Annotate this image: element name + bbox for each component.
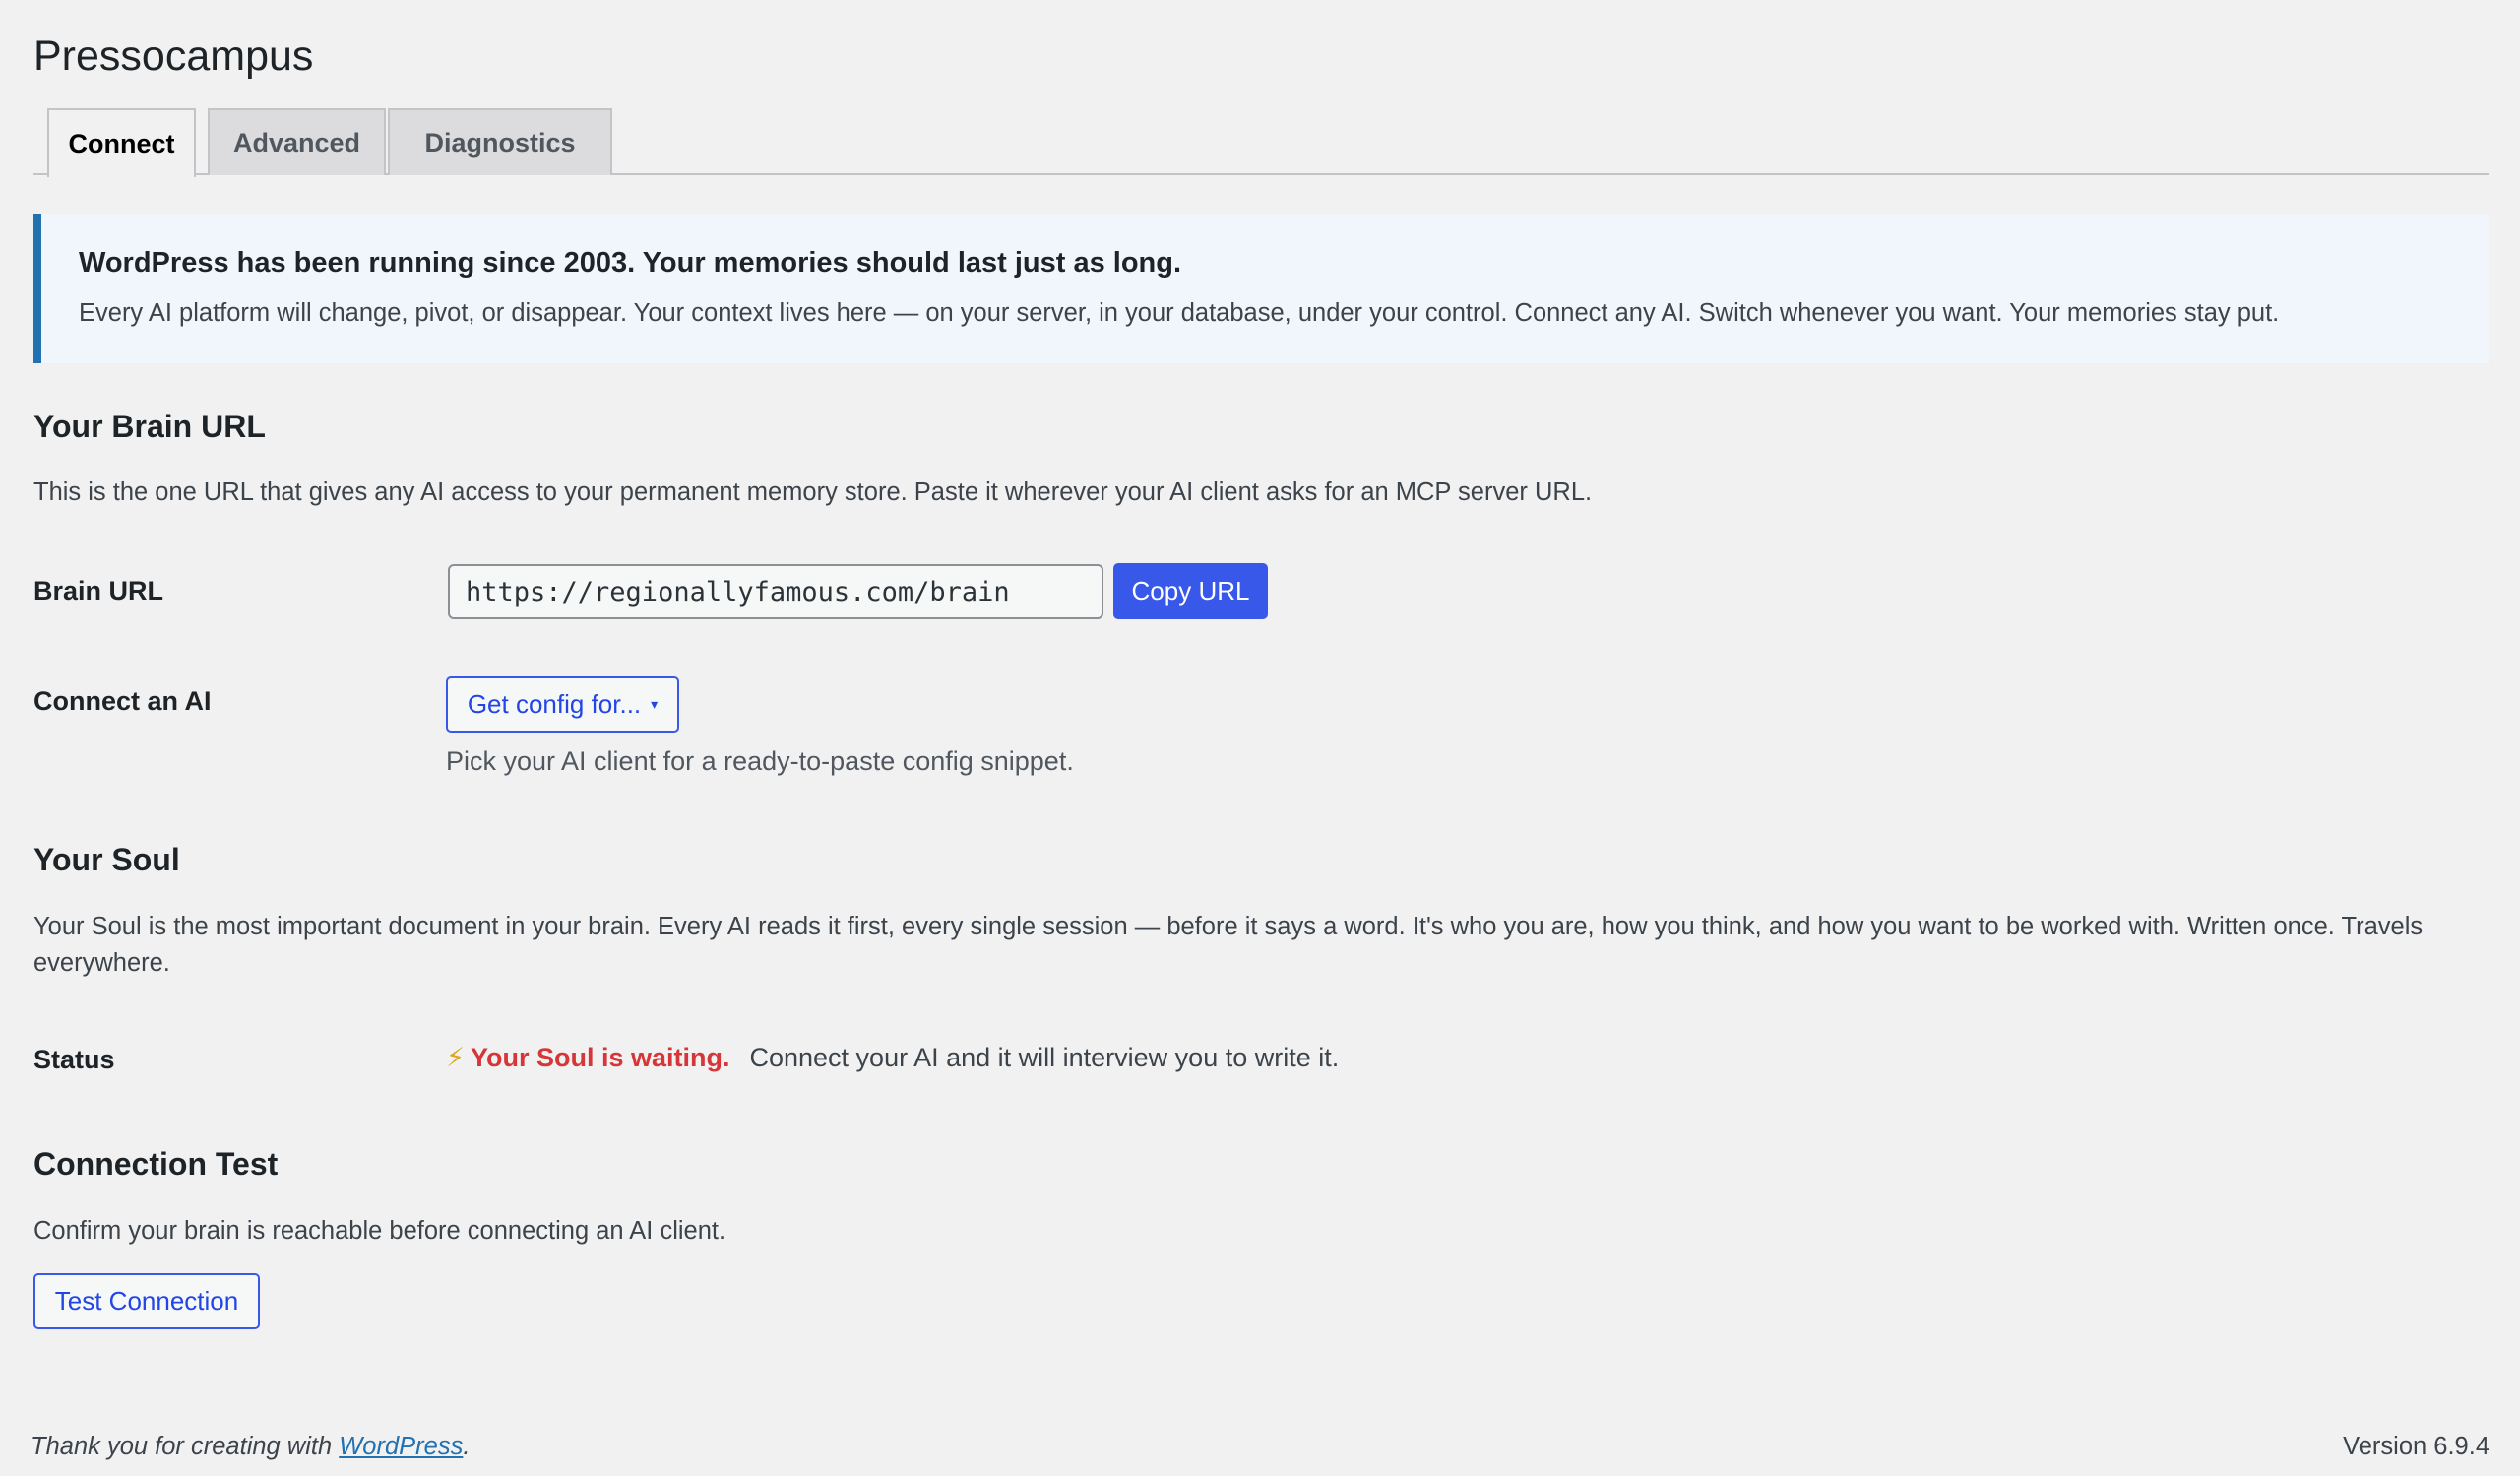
notice-title: WordPress has been running since 2003. Y…	[79, 247, 1182, 279]
footer-thanks: Thank you for creating with WordPress.	[31, 1433, 470, 1461]
get-config-dropdown[interactable]: Get config for... ▾	[446, 676, 679, 733]
tab-bar: Connect Advanced Diagnostics	[33, 108, 2489, 177]
connection-test-heading: Connection Test	[33, 1146, 279, 1182]
footer-thanks-suffix: .	[463, 1433, 471, 1460]
brain-url-description: This is the one URL that gives any AI ac…	[33, 479, 1593, 506]
connection-test-description: Confirm your brain is reachable before c…	[33, 1217, 726, 1245]
test-connection-button[interactable]: Test Connection	[33, 1273, 260, 1329]
connect-ai-label: Connect an AI	[33, 686, 212, 716]
soul-status: ⚡ Your Soul is waiting. Connect your AI …	[446, 1043, 1339, 1073]
tab-diagnostics[interactable]: Diagnostics	[388, 108, 612, 175]
notice-body: Every AI platform will change, pivot, or…	[79, 299, 2280, 327]
caret-down-icon: ▾	[651, 696, 659, 712]
settings-page: Pressocampus Connect Advanced Diagnostic…	[0, 0, 2520, 1476]
brain-url-heading: Your Brain URL	[33, 409, 266, 444]
brain-url-input[interactable]	[448, 564, 1103, 619]
soul-status-text: Connect your AI and it will interview yo…	[749, 1043, 1340, 1072]
lightning-bolt-icon: ⚡	[446, 1043, 465, 1072]
soul-heading: Your Soul	[33, 842, 180, 877]
footer-thanks-prefix: Thank you for creating with	[31, 1433, 340, 1460]
wordpress-link[interactable]: WordPress	[339, 1433, 463, 1460]
brain-url-label: Brain URL	[33, 576, 164, 606]
soul-description: Your Soul is the most important document…	[33, 913, 2424, 977]
page-title: Pressocampus	[33, 32, 314, 80]
footer-version: Version 6.9.4	[2343, 1433, 2489, 1460]
connect-ai-hint: Pick your AI client for a ready-to-paste…	[446, 746, 1074, 776]
soul-status-strong: Your Soul is waiting.	[470, 1043, 730, 1072]
tab-connect[interactable]: Connect	[47, 108, 196, 177]
get-config-label: Get config for...	[467, 689, 642, 719]
tab-advanced[interactable]: Advanced	[208, 108, 386, 175]
copy-url-button[interactable]: Copy URL	[1113, 563, 1268, 619]
status-label: Status	[33, 1045, 115, 1074]
info-notice: WordPress has been running since 2003. Y…	[33, 214, 2489, 363]
